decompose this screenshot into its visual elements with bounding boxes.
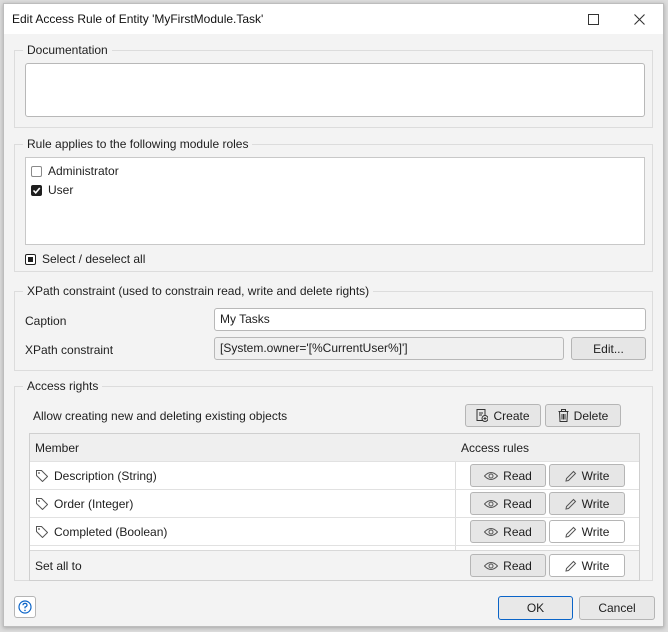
member-access-grid: Member Access rules Description (String)…	[29, 433, 640, 581]
member-cell: Completed (Boolean)	[36, 518, 167, 545]
set-all-label: Set all to	[35, 559, 82, 573]
role-administrator-label: Administrator	[48, 164, 119, 178]
caption-label: Caption	[25, 314, 67, 328]
checkmark-icon	[32, 186, 41, 194]
write-label: Write	[581, 496, 610, 511]
xpath-section: XPath constraint (used to constrain read…	[14, 284, 653, 371]
set-all-write-button[interactable]: Write	[549, 554, 625, 577]
documentation-section: Documentation	[14, 43, 653, 128]
member-label: Completed (Boolean)	[54, 524, 168, 539]
role-administrator[interactable]: Administrator	[31, 163, 119, 179]
select-all-toggle[interactable]: Select / deselect all	[25, 251, 145, 267]
tag-icon	[36, 525, 48, 538]
table-row: Completed (Boolean) Read Write	[30, 518, 639, 546]
maximize-button[interactable]	[571, 4, 615, 34]
dialog-window: Edit Access Rule of Entity 'MyFirstModul…	[3, 3, 664, 627]
eye-icon	[484, 499, 499, 508]
set-all-row: Set all to Read Write	[30, 550, 639, 580]
ok-button[interactable]: OK	[498, 596, 573, 620]
help-button[interactable]	[14, 596, 36, 618]
access-rights-section: Access rights Allow creating new and del…	[14, 379, 653, 581]
eye-icon	[484, 471, 499, 480]
xpath-legend: XPath constraint (used to constrain read…	[23, 284, 374, 298]
create-toggle-button[interactable]: Create	[465, 404, 541, 427]
set-all-write-label: Write	[581, 558, 610, 573]
create-icon	[476, 409, 489, 422]
close-icon	[633, 13, 645, 25]
write-toggle-button[interactable]: Write	[549, 464, 625, 487]
documentation-textarea[interactable]	[25, 63, 645, 117]
question-circle-icon	[18, 600, 32, 614]
member-cell: Description (String)	[36, 462, 157, 489]
pencil-icon	[564, 526, 576, 538]
module-roles-legend: Rule applies to the following module rol…	[23, 137, 253, 151]
set-all-read-label: Read	[503, 558, 532, 573]
select-all-checkbox[interactable]	[25, 253, 36, 265]
close-button[interactable]	[617, 4, 661, 34]
pencil-icon	[564, 498, 576, 510]
write-label: Write	[581, 524, 610, 539]
create-label: Create	[493, 408, 530, 423]
documentation-legend: Documentation	[23, 43, 112, 57]
read-toggle-button[interactable]: Read	[470, 492, 546, 515]
title-bar: Edit Access Rule of Entity 'MyFirstModul…	[4, 4, 663, 34]
pencil-icon	[564, 470, 576, 482]
module-roles-list: Administrator User	[25, 157, 645, 245]
write-toggle-button[interactable]: Write	[549, 492, 625, 515]
read-label: Read	[503, 496, 532, 511]
read-toggle-button[interactable]: Read	[470, 464, 546, 487]
eye-icon	[484, 561, 499, 570]
tag-icon	[36, 469, 48, 482]
pencil-icon	[564, 560, 576, 572]
eye-icon	[484, 527, 499, 536]
table-row: Description (String) Read Write	[30, 462, 639, 490]
column-header-member: Member	[35, 440, 80, 455]
trash-icon	[558, 409, 569, 422]
read-label: Read	[503, 524, 532, 539]
member-label: Order (Integer)	[54, 496, 134, 511]
read-label: Read	[503, 468, 532, 483]
read-toggle-button[interactable]: Read	[470, 520, 546, 543]
delete-toggle-button[interactable]: Delete	[545, 404, 621, 427]
member-label: Description (String)	[54, 468, 157, 483]
role-administrator-checkbox[interactable]	[31, 165, 42, 177]
window-title: Edit Access Rule of Entity 'MyFirstModul…	[12, 12, 264, 26]
role-user-label: User	[48, 183, 74, 197]
tag-icon	[36, 497, 48, 510]
module-roles-section: Rule applies to the following module rol…	[14, 137, 653, 272]
write-toggle-button[interactable]: Write	[549, 520, 625, 543]
grid-header: Member Access rules	[30, 434, 639, 462]
table-row: Order (Integer) Read Write	[30, 490, 639, 518]
column-header-access-rules: Access rules	[461, 440, 530, 455]
select-all-label: Select / deselect all	[42, 252, 146, 266]
role-user[interactable]: User	[31, 182, 73, 198]
set-all-read-button[interactable]: Read	[470, 554, 546, 577]
cancel-button[interactable]: Cancel	[579, 596, 655, 620]
member-cell: Order (Integer)	[36, 490, 133, 517]
write-label: Write	[581, 468, 610, 483]
allow-create-delete-text: Allow creating new and deleting existing…	[33, 409, 288, 423]
caption-input[interactable]: My Tasks	[214, 308, 646, 331]
xpath-constraint-field: [System.owner='[%CurrentUser%]']	[214, 337, 564, 360]
xpath-constraint-label: XPath constraint	[25, 343, 114, 357]
xpath-edit-button[interactable]: Edit...	[571, 337, 646, 360]
role-user-checkbox[interactable]	[31, 184, 42, 196]
maximize-icon	[587, 13, 599, 25]
delete-label: Delete	[573, 408, 609, 423]
access-rights-legend: Access rights	[23, 379, 103, 393]
